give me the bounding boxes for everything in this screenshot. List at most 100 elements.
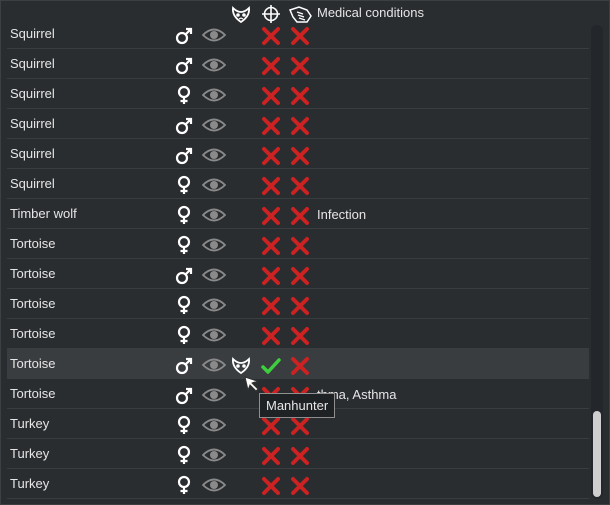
tame-checkbox-cross-icon[interactable] — [290, 176, 310, 196]
eye-icon[interactable] — [201, 267, 227, 283]
table-row[interactable]: Turkey — [7, 469, 589, 499]
table-row[interactable]: Timber wolf Infection — [7, 199, 589, 229]
tame-checkbox-cross-icon[interactable] — [290, 86, 310, 106]
eye-icon[interactable] — [201, 477, 227, 493]
medical-condition-text: Infection — [317, 207, 367, 222]
hunt-checkbox-cross-icon[interactable] — [261, 116, 281, 136]
table-row[interactable]: Tortoise — [7, 289, 589, 319]
female-gender-icon — [175, 295, 193, 315]
hunt-checkbox-cross-icon[interactable] — [261, 446, 281, 466]
animal-name: Tortoise — [10, 296, 56, 311]
female-gender-icon — [175, 325, 193, 345]
animal-name: Squirrel — [10, 176, 55, 191]
hunt-checkbox-cross-icon[interactable] — [261, 236, 281, 256]
animal-name: Squirrel — [10, 146, 55, 161]
eye-icon[interactable] — [201, 297, 227, 313]
tame-checkbox-cross-icon[interactable] — [290, 326, 310, 346]
tame-checkbox-cross-icon[interactable] — [290, 296, 310, 316]
tame-checkbox-cross-icon[interactable] — [290, 356, 310, 376]
hunt-checkbox-cross-icon[interactable] — [261, 86, 281, 106]
female-gender-icon — [175, 205, 193, 225]
animal-name: Turkey — [10, 476, 50, 491]
hunt-checkbox-cross-icon[interactable] — [261, 146, 281, 166]
animal-name: Squirrel — [10, 116, 55, 131]
tame-checkbox-cross-icon[interactable] — [290, 146, 310, 166]
table-row[interactable]: Turkey — [7, 439, 589, 469]
male-gender-icon — [175, 55, 193, 75]
table-row[interactable]: Tortoise — [7, 319, 589, 349]
tame-checkbox-cross-icon[interactable] — [290, 116, 310, 136]
tame-checkbox-cross-icon[interactable] — [290, 446, 310, 466]
eye-icon[interactable] — [201, 27, 227, 43]
animal-name: Turkey — [10, 446, 50, 461]
hunt-checkbox-cross-icon[interactable] — [261, 296, 281, 316]
animal-name: Squirrel — [10, 56, 55, 71]
female-gender-icon — [175, 445, 193, 465]
eye-icon[interactable] — [201, 417, 227, 433]
tame-checkbox-cross-icon[interactable] — [290, 206, 310, 226]
female-gender-icon — [175, 175, 193, 195]
table-row[interactable]: Squirrel — [7, 169, 589, 199]
hunt-checkbox-cross-icon[interactable] — [261, 266, 281, 286]
table-row[interactable]: Tortoise — [7, 229, 589, 259]
table-row[interactable]: Tortoise — [7, 259, 589, 289]
mouse-cursor-icon — [244, 376, 259, 392]
female-gender-icon — [175, 85, 193, 105]
hunt-checkbox-cross-icon[interactable] — [261, 26, 281, 46]
male-gender-icon — [175, 25, 193, 45]
eye-icon[interactable] — [201, 57, 227, 73]
eye-icon[interactable] — [201, 147, 227, 163]
male-gender-icon — [175, 385, 193, 405]
medical-conditions-header: Medical conditions — [317, 5, 424, 20]
eye-icon[interactable] — [201, 327, 227, 343]
eye-icon[interactable] — [201, 117, 227, 133]
manhunter-icon[interactable] — [230, 355, 252, 375]
eye-icon[interactable] — [201, 237, 227, 253]
animal-name: Tortoise — [10, 386, 56, 401]
hunt-checkbox-cross-icon[interactable] — [261, 326, 281, 346]
table-row[interactable]: Tortoise — [7, 349, 589, 379]
male-gender-icon — [175, 145, 193, 165]
eye-icon[interactable] — [201, 87, 227, 103]
tame-checkbox-cross-icon[interactable] — [290, 416, 310, 436]
eye-icon[interactable] — [201, 207, 227, 223]
eye-icon[interactable] — [201, 447, 227, 463]
table-row[interactable]: Squirrel — [7, 139, 589, 169]
table-row[interactable]: Squirrel — [7, 109, 589, 139]
table-row[interactable]: Squirrel — [7, 19, 589, 49]
tame-checkbox-cross-icon[interactable] — [290, 266, 310, 286]
manhunter-tooltip: Manhunter — [259, 393, 335, 418]
tame-checkbox-cross-icon[interactable] — [290, 56, 310, 76]
male-gender-icon — [175, 115, 193, 135]
animal-name: Tortoise — [10, 266, 56, 281]
hunt-checkbox-cross-icon[interactable] — [261, 56, 281, 76]
animal-name: Timber wolf — [10, 206, 77, 221]
tame-checkbox-cross-icon[interactable] — [290, 476, 310, 496]
eye-icon[interactable] — [201, 177, 227, 193]
animals-panel: Medical conditions Squirrel Squirrel Squir… — [0, 0, 610, 505]
scrollbar-thumb[interactable] — [593, 411, 601, 497]
male-gender-icon — [175, 355, 193, 375]
animal-name: Tortoise — [10, 236, 56, 251]
hunt-checkbox-cross-icon[interactable] — [261, 176, 281, 196]
table-row[interactable]: Squirrel — [7, 79, 589, 109]
eye-icon[interactable] — [201, 357, 227, 373]
animal-list: Squirrel Squirrel Squirrel Squirrel Squirrel… — [7, 19, 589, 501]
tame-checkbox-cross-icon[interactable] — [290, 26, 310, 46]
female-gender-icon — [175, 235, 193, 255]
female-gender-icon — [175, 415, 193, 435]
animal-name: Squirrel — [10, 86, 55, 101]
hunt-checkbox-cross-icon[interactable] — [261, 206, 281, 226]
table-row[interactable]: Squirrel — [7, 49, 589, 79]
animal-name: Turkey — [10, 416, 50, 431]
animal-name: Squirrel — [10, 26, 55, 41]
hunt-checkbox-cross-icon[interactable] — [261, 476, 281, 496]
hunt-checkbox-cross-icon[interactable] — [261, 416, 281, 436]
tame-checkbox-cross-icon[interactable] — [290, 236, 310, 256]
animal-name: Tortoise — [10, 356, 56, 371]
animal-name: Tortoise — [10, 326, 56, 341]
hunt-checkbox-check-icon[interactable] — [261, 356, 281, 376]
male-gender-icon — [175, 265, 193, 285]
eye-icon[interactable] — [201, 387, 227, 403]
female-gender-icon — [175, 475, 193, 495]
